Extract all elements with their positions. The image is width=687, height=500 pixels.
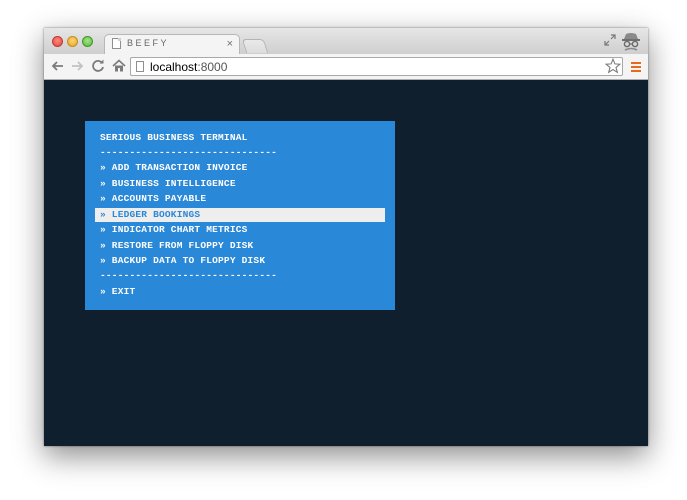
new-tab-button[interactable] bbox=[241, 39, 269, 53]
window-minimize-button[interactable] bbox=[67, 36, 78, 47]
address-bar[interactable]: localhost:8000 bbox=[130, 57, 623, 76]
tab-title: BEEFY bbox=[127, 38, 170, 48]
browser-tab[interactable]: BEEFY × bbox=[104, 34, 240, 54]
menu-item-backup-data-to-floppy-disk[interactable]: » BACKUP DATA TO FLOPPY DISK bbox=[100, 254, 265, 268]
browser-toolbar: localhost:8000 bbox=[44, 54, 648, 80]
address-url[interactable]: localhost:8000 bbox=[150, 60, 227, 74]
menu-item-business-intelligence[interactable]: » BUSINESS INTELLIGENCE bbox=[100, 177, 236, 191]
page-viewport: SERIOUS BUSINESS TERMINAL --------------… bbox=[44, 80, 648, 446]
menu-item-indicator-chart-metrics[interactable]: » INDICATOR CHART METRICS bbox=[100, 223, 248, 237]
window-close-button[interactable] bbox=[52, 36, 63, 47]
page-icon bbox=[136, 61, 144, 72]
menu-item-accounts-payable[interactable]: » ACCOUNTS PAYABLE bbox=[100, 192, 206, 206]
forward-arrow-icon[interactable] bbox=[69, 58, 85, 74]
terminal-divider: ------------------------------ bbox=[100, 147, 278, 158]
tab-close-icon[interactable]: × bbox=[227, 37, 233, 51]
page-icon bbox=[112, 38, 121, 49]
browser-window: BEEFY × localhost:8000 SERIOUS BUSINESS … bbox=[44, 28, 648, 446]
window-maximize-button[interactable] bbox=[82, 36, 93, 47]
incognito-icon bbox=[622, 33, 640, 51]
terminal-menu-panel: SERIOUS BUSINESS TERMINAL --------------… bbox=[85, 121, 395, 310]
home-icon[interactable] bbox=[111, 58, 127, 74]
menu-item-restore-from-floppy-disk[interactable]: » RESTORE FROM FLOPPY DISK bbox=[100, 239, 253, 253]
url-port: :8000 bbox=[197, 60, 228, 74]
back-arrow-icon[interactable] bbox=[50, 58, 66, 74]
hamburger-menu-icon[interactable] bbox=[631, 62, 641, 73]
terminal-divider: ------------------------------ bbox=[100, 270, 278, 281]
star-icon[interactable] bbox=[605, 58, 621, 74]
menu-item-ledger-bookings[interactable]: » LEDGER BOOKINGS bbox=[95, 208, 385, 222]
url-host: localhost bbox=[150, 60, 198, 74]
terminal-title: SERIOUS BUSINESS TERMINAL bbox=[100, 132, 248, 143]
menu-item-add-transaction-invoice[interactable]: » ADD TRANSACTION INVOICE bbox=[100, 161, 248, 175]
fullscreen-icon[interactable] bbox=[604, 34, 616, 46]
title-bar: BEEFY × bbox=[44, 28, 648, 54]
menu-item-exit[interactable]: » EXIT bbox=[100, 285, 135, 299]
reload-icon[interactable] bbox=[90, 58, 106, 74]
